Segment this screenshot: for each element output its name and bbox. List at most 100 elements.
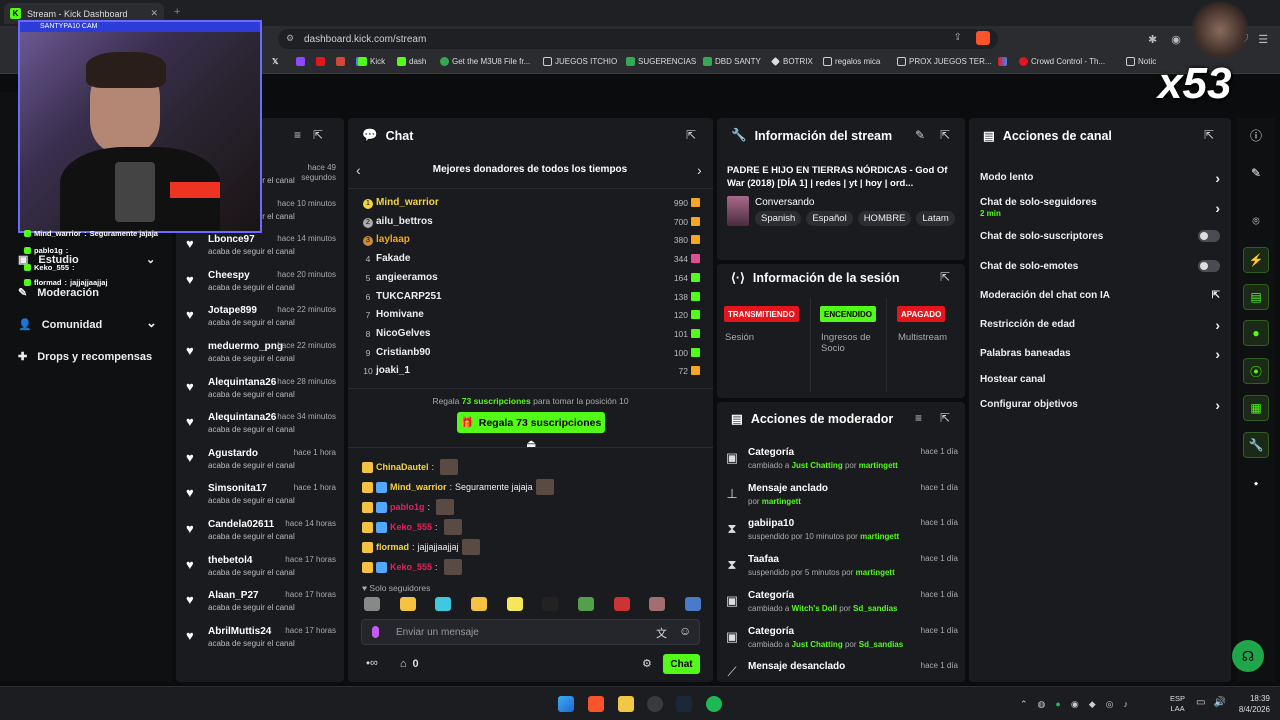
url-field[interactable]: ⚙ dashboard.kick.com/stream ⇪ [278,29,998,49]
donor-row[interactable]: 4 Fakade 344 [362,251,700,269]
toggle-switch[interactable] [1198,260,1220,272]
menu-icon[interactable]: ☰ [1258,33,1268,46]
channel-action-row[interactable]: Chat de solo-emotes [980,260,1220,272]
stream-tag[interactable]: Spanish [755,211,802,226]
mod-action-row[interactable]: ⧗ Taafaa hace 1 día suspendido por 5 minuto… [724,554,958,588]
donor-row[interactable]: 2 ailu_bettros 700 [362,214,700,232]
share-icon[interactable]: ⬩ [1243,470,1269,496]
donor-row[interactable]: 10 joaki_1 72 [362,363,700,381]
donor-row[interactable]: 3 laylaap 380 [362,232,700,250]
clipboard-icon[interactable]: ▤ [1243,284,1269,310]
steam-tray-icon[interactable]: ◎ [1106,699,1114,710]
mod-action-row[interactable]: ▣ Categoría hace 1 día cambiado a Just Chat… [724,626,958,660]
spotify-tray-icon[interactable]: ● [1055,699,1060,710]
support-headset-icon[interactable]: ☊ [1232,640,1264,672]
donor-row[interactable]: 8 NicoGelves 101 [362,326,700,344]
channel-action-row[interactable]: Chat de solo-seguidores 2 min › [980,197,1220,218]
tray-app-icon[interactable]: ◉ [1071,699,1079,710]
donor-row[interactable]: 1 Mind_warrior 990 [362,195,700,213]
chat-message[interactable]: pablo1g: [362,499,455,515]
chevron-right-icon[interactable]: › [697,162,702,178]
site-info-icon[interactable]: ⚙ [286,33,294,44]
bookmark-icon[interactable] [316,57,325,66]
tray-chevron-icon[interactable]: ⌃ [1020,699,1028,710]
emote-icon[interactable] [684,597,701,611]
mod-action-row[interactable]: ▣ Categoría hace 1 día cambiado a Just Chat… [724,447,958,481]
bookmark-botrix[interactable]: BOTRIX [771,57,813,66]
bookmark-folder-prox[interactable]: PROX JUEGOS TER... [897,57,992,66]
bookmark-dash[interactable]: dash [397,57,426,66]
new-tab-icon[interactable]: + [174,6,180,18]
bookmark-folder-juegos[interactable]: JUEGOS ITCHIO [543,57,617,66]
feed-row[interactable]: ♥ Alequintana26 hace 28 minutos acaba de se… [186,377,336,413]
spotify-icon[interactable] [706,696,722,712]
feed-row[interactable]: ♥ meduermo_png hace 22 minutos acaba de seg… [186,341,336,377]
popout-icon[interactable]: ⇱ [1204,128,1214,142]
obs-icon[interactable] [647,696,663,712]
popout-icon[interactable]: ⇱ [940,270,950,284]
mod-action-row[interactable]: ▣ Categoría hace 1 día cambiado a Witch's D… [724,590,958,624]
wrench-icon[interactable]: 🔧 [1243,432,1269,458]
session-icon[interactable]: ⦿ [1243,358,1269,384]
volume-icon[interactable]: 🔊 [1213,697,1225,708]
feed-row[interactable]: ♥ thebetol4 hace 17 horas acaba de seguir e… [186,555,336,591]
bookmark-sugerencias[interactable]: SUGERENCIAS [626,57,696,66]
info-icon[interactable]: ⓘ [1243,122,1269,148]
close-tab-icon[interactable]: ✕ [150,8,158,19]
emoji-icon[interactable]: ☺ [679,624,691,638]
channel-action-row[interactable]: Chat de solo-suscriptores [980,230,1220,242]
chat-message[interactable]: Keko_555: [362,519,462,535]
x-bookmark-icon[interactable]: 𝕏 [272,57,278,66]
bookmark-crowd-control[interactable]: Crowd Control - Th... [1019,57,1105,66]
stream-tag[interactable]: Español [806,211,853,226]
filter-icon[interactable]: ≡ [915,411,922,425]
bookmark-icon[interactable] [998,57,1007,66]
bookmark-folder-regalos[interactable]: regalos mica [823,57,880,66]
chevron-left-icon[interactable]: ‹ [356,162,361,178]
popout-icon[interactable]: ⇱ [313,128,323,142]
share-icon[interactable]: ⇪ [954,32,962,43]
emote-icon[interactable] [577,597,594,611]
channel-action-row[interactable]: Modo lento › [980,170,1220,186]
channel-action-row[interactable]: Moderación del chat con IA ⇱ [980,290,1220,301]
chat-message[interactable]: Keko_555: [362,559,462,575]
feed-row[interactable]: ♥ Jotape899 hace 22 minutos acaba de seguir… [186,305,336,341]
stream-tag[interactable]: Latam [916,211,955,226]
steam-icon[interactable] [676,696,692,712]
points-icon[interactable]: ⬩∞ [366,657,378,670]
brave-shield-icon[interactable] [976,31,990,45]
chat-message[interactable]: Mind_warrior: Seguramente jajaja [362,479,554,495]
chat-input[interactable]: Enviar un mensaje 文 ☺ [361,619,700,645]
store-icon[interactable]: ⌂ [400,658,407,670]
channel-action-row[interactable]: Configurar objetivos › [980,397,1220,413]
discord-icon[interactable]: ◍ [1038,699,1046,710]
emote-icon[interactable] [542,597,559,611]
mod-action-row[interactable]: ⧗ gabiipa10 hace 1 día suspendido por 10 mi… [724,518,958,552]
sidebar-item-drops[interactable]: ✚ Drops y recompensas [18,350,152,364]
gift-subs-button[interactable]: 🎁 Regala 73 suscripciones [457,412,605,433]
microphone-icon[interactable] [372,626,379,638]
bookmark-kick[interactable]: Kick [358,57,385,66]
mod-action-row[interactable]: ⊥ Mensaje anclado hace 1 día por martingett [724,483,958,517]
channel-action-row[interactable]: Restricción de edad › [980,317,1220,333]
profile-icon[interactable]: ◉ [1171,33,1181,46]
mic-tray-icon[interactable]: ♪ [1123,699,1128,710]
translate-icon[interactable]: 文 [656,625,667,641]
feed-row[interactable]: ♥ Alequintana26 hace 34 minutos acaba de se… [186,412,336,448]
twitch-bookmark-icon[interactable] [296,57,305,66]
emote-icon[interactable] [435,597,452,611]
gmail-bookmark-icon[interactable] [336,57,345,66]
feed-row[interactable]: ♥ Agustardo hace 1 hora acaba de seguir el … [186,448,336,484]
donor-row[interactable]: 6 TUKCARP251 138 [362,289,700,307]
emote-icon[interactable] [399,597,416,611]
bookmark-dbd[interactable]: DBD SANTY [703,57,761,66]
bookmark-m3u8[interactable]: Get the M3U8 File fr... [440,57,530,66]
mod-actions-icon[interactable]: ▦ [1243,395,1269,421]
network-icon[interactable]: ▭ [1196,697,1205,708]
popout-icon[interactable]: ⇱ [686,128,696,142]
mod-view-icon[interactable]: ⌾ [1243,208,1269,234]
brave-icon[interactable] [588,696,604,712]
feed-row[interactable]: ♥ AbrilMuttis24 hace 17 horas acaba de segu… [186,626,336,662]
bookmark-folder-noticias[interactable]: Notic [1126,57,1156,66]
popout-icon[interactable]: ⇱ [940,128,950,142]
